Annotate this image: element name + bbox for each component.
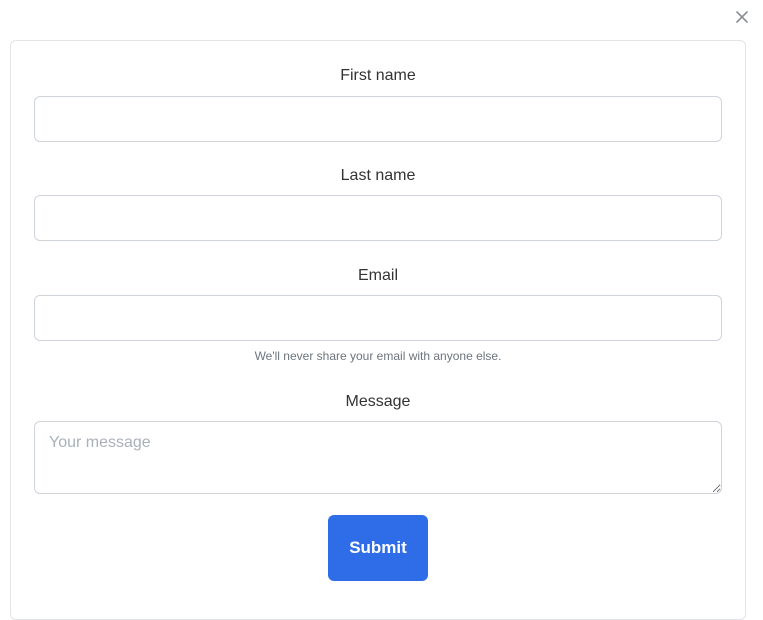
submit-button[interactable]: Submit — [328, 515, 428, 581]
message-label: Message — [345, 393, 411, 410]
email-label: Email — [357, 267, 398, 284]
contact-form: First name Last name Email We'll never s… — [10, 40, 746, 620]
message-textarea[interactable] — [34, 421, 722, 494]
last-name-label: Last name — [340, 167, 416, 184]
close-icon-glyph — [736, 11, 748, 23]
last-name-input[interactable] — [34, 195, 722, 241]
first-name-input[interactable] — [34, 96, 722, 142]
email-help-text: We'll never share your email with anyone… — [254, 349, 502, 363]
first-name-label: First name — [340, 67, 416, 84]
email-input[interactable] — [34, 295, 722, 341]
close-icon[interactable] — [733, 8, 751, 26]
